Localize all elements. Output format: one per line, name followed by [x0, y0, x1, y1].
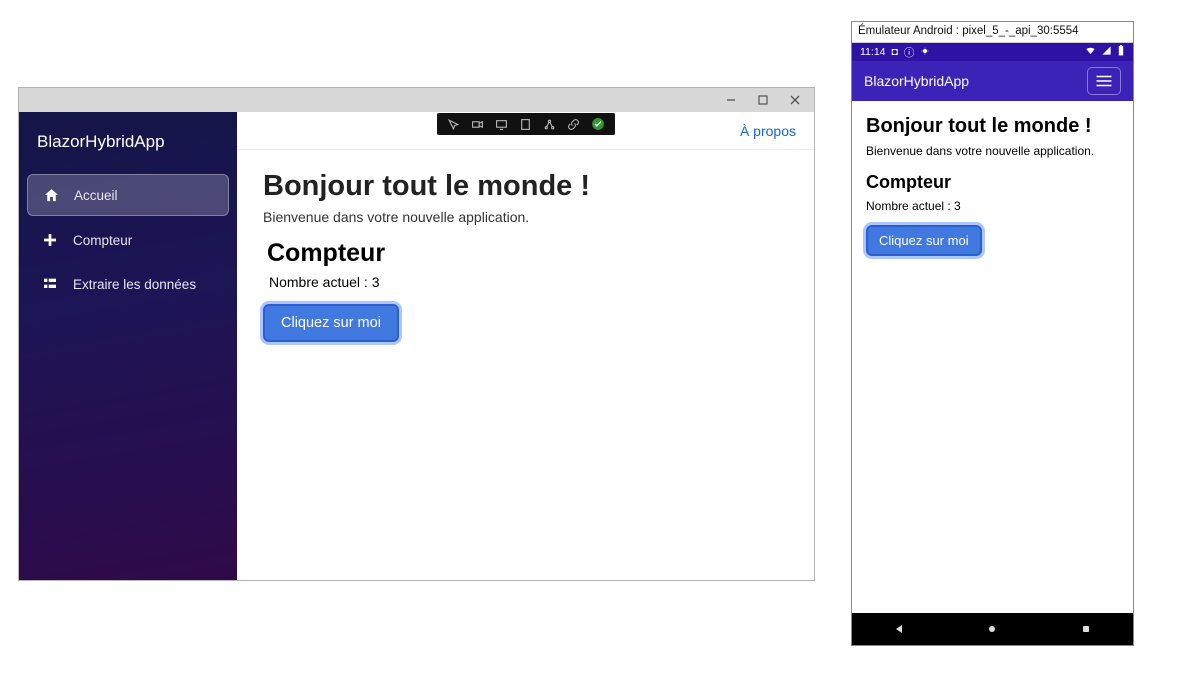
- battery-icon: [1117, 45, 1125, 59]
- mobile-click-me-button[interactable]: Cliquez sur moi: [866, 225, 982, 256]
- android-home-button[interactable]: [985, 622, 999, 636]
- mobile-heading: Bonjour tout le monde !: [866, 115, 1119, 138]
- sidebar-item-compteur[interactable]: Compteur: [27, 220, 229, 260]
- mobile-counter-heading: Compteur: [866, 172, 1119, 193]
- maximize-button[interactable]: [756, 93, 770, 107]
- debug-video-icon[interactable]: [471, 117, 485, 131]
- desktop-window: BlazorHybridApp Accueil Compteur: [18, 87, 815, 581]
- status-app-icon: ◘: [892, 46, 898, 58]
- plus-icon: [41, 231, 59, 249]
- counter-value: Nombre actuel : 3: [269, 274, 788, 290]
- sidebar-brand: BlazorHybridApp: [19, 114, 237, 174]
- click-me-button[interactable]: Cliquez sur moi: [263, 304, 399, 342]
- android-nav-keys: [852, 613, 1133, 645]
- status-time: 11:14: [860, 46, 886, 58]
- emulator-window-title: Émulateur Android : pixel_5_-_api_30:555…: [852, 22, 1133, 43]
- sidebar-item-label: Compteur: [73, 233, 132, 248]
- debug-tablet-icon[interactable]: [519, 117, 533, 131]
- debug-select-icon[interactable]: [447, 117, 461, 131]
- counter-heading: Compteur: [267, 239, 788, 268]
- close-button[interactable]: [788, 93, 802, 107]
- home-icon: [42, 186, 60, 204]
- mobile-brand: BlazorHybridApp: [864, 73, 969, 89]
- list-icon: [41, 275, 59, 293]
- android-recents-button[interactable]: [1079, 622, 1093, 636]
- debug-link-icon[interactable]: [567, 117, 581, 131]
- welcome-text: Bienvenue dans votre nouvelle applicatio…: [263, 209, 788, 225]
- sidebar-item-label: Extraire les données: [73, 277, 196, 292]
- sidebar-item-accueil[interactable]: Accueil: [27, 174, 229, 216]
- signal-icon: [1101, 45, 1112, 59]
- minimize-button[interactable]: [724, 93, 738, 107]
- about-link[interactable]: À propos: [740, 123, 796, 139]
- mobile-counter-value: Nombre actuel : 3: [866, 199, 1119, 213]
- android-back-button[interactable]: [892, 622, 906, 636]
- main-content: Bonjour tout le monde ! Bienvenue dans v…: [237, 150, 814, 362]
- page-heading: Bonjour tout le monde !: [263, 170, 788, 203]
- desktop-titlebar: [19, 88, 814, 112]
- android-status-bar: 11:14 ◘ ⓘ: [852, 43, 1133, 61]
- status-debug-icon: [920, 46, 930, 59]
- debug-screen-icon[interactable]: [495, 117, 509, 131]
- mobile-navbar: BlazorHybridApp: [852, 61, 1133, 101]
- main-area: À propos Bonjour tout le monde ! Bienven…: [237, 112, 814, 580]
- sidebar: BlazorHybridApp Accueil Compteur: [19, 112, 237, 580]
- android-emulator: Émulateur Android : pixel_5_-_api_30:555…: [851, 21, 1134, 646]
- mobile-welcome: Bienvenue dans votre nouvelle applicatio…: [866, 144, 1119, 158]
- sidebar-item-extraire[interactable]: Extraire les données: [27, 264, 229, 304]
- wifi-icon: [1085, 45, 1096, 59]
- debug-network-icon[interactable]: [543, 117, 557, 131]
- status-info-icon: ⓘ: [904, 45, 915, 60]
- sidebar-item-label: Accueil: [74, 188, 118, 203]
- debug-toolbar: [437, 113, 615, 135]
- hamburger-button[interactable]: [1087, 67, 1121, 95]
- debug-check-icon[interactable]: [591, 117, 605, 131]
- mobile-content: Bonjour tout le monde ! Bienvenue dans v…: [852, 101, 1133, 613]
